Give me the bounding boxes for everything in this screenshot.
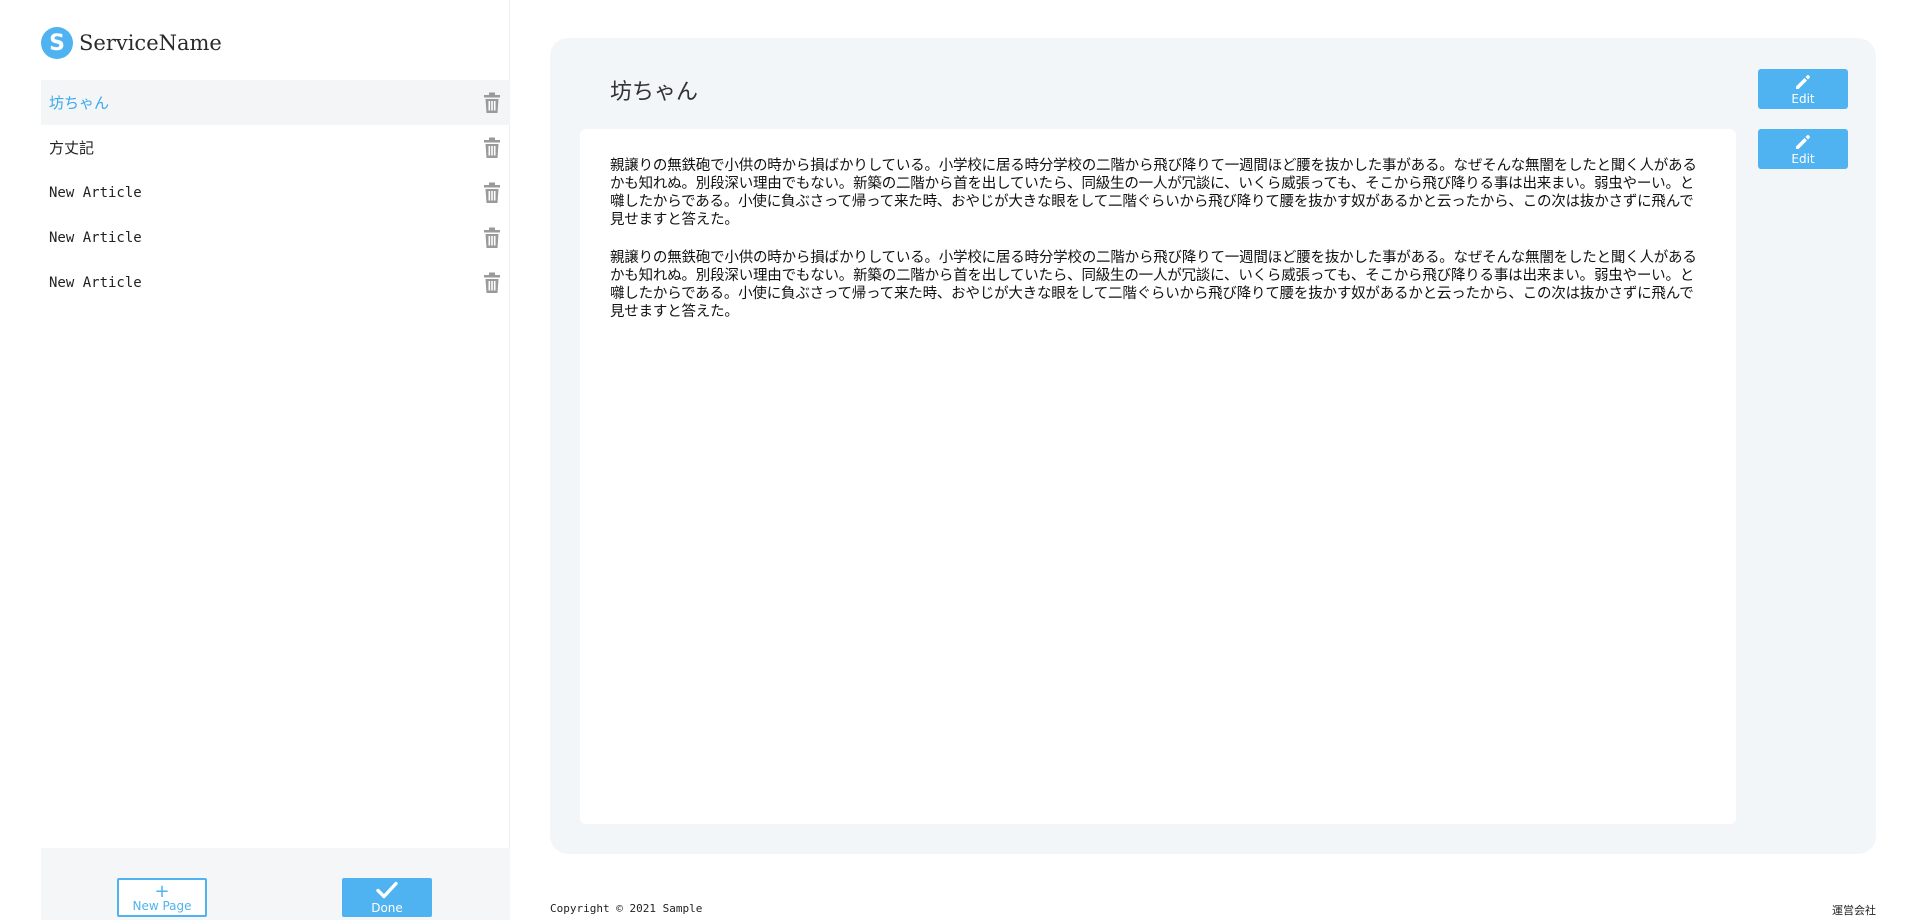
page-list: 坊ちゃん 方丈記 New Article New Article New Art… <box>41 80 510 305</box>
article-paragraph: 親譲りの無鉄砲で小供の時から損ばかりしている。小学校に居る時分学校の二階から飛び… <box>610 158 1697 228</box>
edit-body-button[interactable]: Edit <box>1758 129 1848 169</box>
sidebar-item-label: New Article <box>49 274 142 291</box>
trash-icon[interactable] <box>482 272 502 294</box>
new-page-button[interactable]: + New Page <box>117 878 207 917</box>
sidebar-item-label: 方丈記 <box>49 139 95 157</box>
sidebar-item-label: 坊ちゃん <box>49 94 110 112</box>
sidebar-item-botchan[interactable]: 坊ちゃん <box>41 80 510 125</box>
plus-icon: + <box>154 880 170 902</box>
sidebar-item-new-article[interactable]: New Article <box>41 260 510 305</box>
sidebar-item-new-article[interactable]: New Article <box>41 215 510 260</box>
pencil-icon <box>1796 74 1810 89</box>
sidebar-item-new-article[interactable]: New Article <box>41 170 510 215</box>
trash-icon[interactable] <box>482 227 502 249</box>
s-logo-icon: S <box>41 27 73 59</box>
article-body: 親譲りの無鉄砲で小供の時から損ばかりしている。小学校に居る時分学校の二階から飛び… <box>580 129 1736 824</box>
trash-icon[interactable] <box>482 182 502 204</box>
company-link[interactable]: 運営会社 <box>1832 902 1876 918</box>
trash-icon[interactable] <box>482 137 502 159</box>
done-button[interactable]: Done <box>342 878 432 917</box>
sidebar-item-hojoki[interactable]: 方丈記 <box>41 125 510 170</box>
copyright-text: Copyright © 2021 Sample <box>550 902 703 915</box>
article-paragraph: 親譲りの無鉄砲で小供の時から損ばかりしている。小学校に居る時分学校の二階から飛び… <box>610 250 1697 320</box>
edit-title-button[interactable]: Edit <box>1758 69 1848 109</box>
edit-label: Edit <box>1791 91 1815 106</box>
check-icon <box>376 881 398 898</box>
edit-label: Edit <box>1791 151 1815 166</box>
sidebar-footer: + New Page Done <box>41 848 510 920</box>
sidebar-item-label: New Article <box>49 229 142 246</box>
sidebar-item-label: New Article <box>49 184 142 201</box>
new-page-label: New Page <box>132 898 192 913</box>
article-panel: 坊ちゃん Edit Edit 親譲りの無鉄砲で小供の時から損ばかりしている。小学… <box>550 38 1876 854</box>
brand-name: ServiceName <box>79 31 222 55</box>
done-label: Done <box>371 900 403 915</box>
brand[interactable]: S ServiceName <box>41 27 222 59</box>
pencil-icon <box>1796 134 1810 149</box>
sidebar: S ServiceName 坊ちゃん 方丈記 New Article New A… <box>0 0 510 920</box>
footer: Copyright © 2021 Sample 運営会社 <box>550 902 1876 918</box>
article-title: 坊ちゃん <box>610 80 699 105</box>
trash-icon[interactable] <box>482 92 502 114</box>
